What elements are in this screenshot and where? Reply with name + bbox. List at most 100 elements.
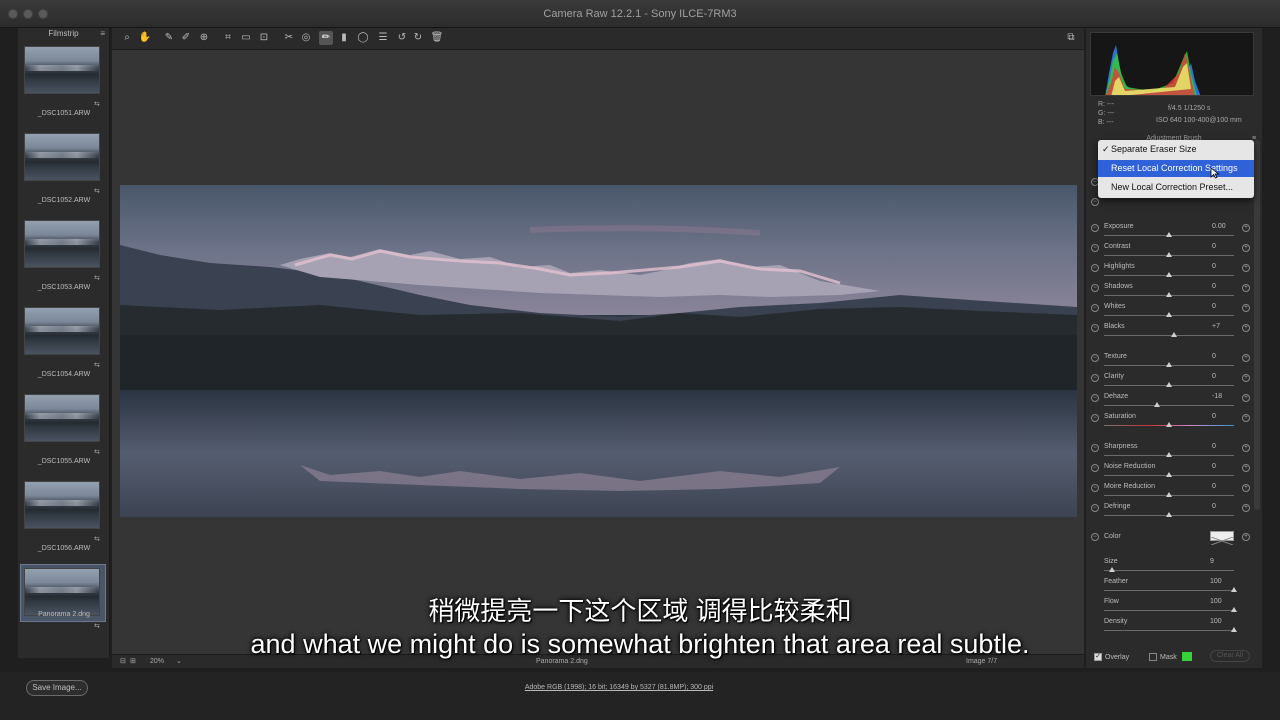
adjustment-minus-icon[interactable]: − (1091, 374, 1099, 382)
adjustment-value[interactable]: -18 (1212, 393, 1222, 400)
adjustment-value[interactable]: 0 (1212, 413, 1216, 420)
adjustment-slider-knob[interactable] (1166, 382, 1172, 387)
workflow-options-link[interactable]: Adobe RGB (1998); 16 bit; 16349 by 5327 … (0, 684, 1238, 691)
adjustment-slider-knob[interactable] (1166, 292, 1172, 297)
adjustment-plus-icon[interactable]: + (1242, 324, 1250, 332)
adjustment-plus-icon[interactable]: + (1242, 304, 1250, 312)
brush-size-slider-knob[interactable] (1108, 567, 1115, 572)
adjustment-plus-icon[interactable]: + (1242, 374, 1250, 382)
adjustment-minus-icon[interactable]: − (1091, 324, 1099, 332)
radial-filter-icon[interactable]: ◯ (356, 31, 370, 45)
adjustment-slider-knob[interactable] (1166, 252, 1172, 257)
adjustment-minus-icon[interactable]: − (1091, 504, 1099, 512)
straighten-icon[interactable]: ▭ (239, 31, 253, 45)
image-preview[interactable] (112, 50, 1084, 654)
filmstrip-thumbnail[interactable] (24, 46, 100, 94)
crop-icon[interactable]: ⌗ (221, 31, 235, 45)
adjustment-value[interactable]: 0 (1212, 373, 1216, 380)
rotate-right-icon[interactable]: ↻ (411, 31, 425, 45)
adjustment-value[interactable]: 0 (1212, 353, 1216, 360)
adjustment-slider-knob[interactable] (1166, 232, 1172, 237)
adjustment-value[interactable]: 0 (1212, 443, 1216, 450)
brush-size-slider-track[interactable] (1104, 570, 1234, 571)
filmstrip-thumbnail[interactable] (24, 307, 100, 355)
filmstrip-thumbnail[interactable] (24, 394, 100, 442)
adjustment-slider-knob[interactable] (1166, 472, 1172, 477)
adjustment-value[interactable]: 0 (1212, 243, 1216, 250)
rotate-left-icon[interactable]: ↺ (395, 31, 409, 45)
adjustment-minus-icon[interactable]: − (1091, 224, 1099, 232)
adjustment-value[interactable]: 0 (1212, 283, 1216, 290)
panel-scrollbar[interactable] (1254, 140, 1260, 510)
brush-size-value[interactable]: 9 (1210, 558, 1214, 565)
adjustment-minus-icon[interactable]: − (1091, 304, 1099, 312)
preferences-icon[interactable]: ☰ (376, 31, 390, 45)
filmstrip-thumbnail[interactable] (24, 133, 100, 181)
adjustment-minus-icon[interactable]: − (1091, 414, 1099, 422)
adjustment-plus-icon[interactable]: + (1242, 224, 1250, 232)
adjustment-plus-icon[interactable]: + (1242, 484, 1250, 492)
adjustment-slider-knob[interactable] (1166, 362, 1172, 367)
adjustment-slider-track[interactable] (1104, 405, 1234, 406)
brush-feather-label: Feather (1104, 578, 1129, 585)
fullscreen-toggle-icon[interactable]: ⧉ (1064, 31, 1078, 45)
white-balance-icon[interactable]: ✎ (162, 31, 176, 45)
spot-removal-icon[interactable]: ✂ (282, 31, 296, 45)
transform-icon[interactable]: ⊡ (257, 31, 271, 45)
trash-icon[interactable]: 🗑 (430, 31, 444, 45)
targeted-adjustment-icon[interactable]: ⊕ (197, 31, 211, 45)
filmstrip-thumbnail[interactable] (24, 220, 100, 268)
adjustment-value[interactable]: +7 (1212, 323, 1220, 330)
adjustment-minus-icon[interactable]: − (1091, 284, 1099, 292)
adjustment-plus-icon[interactable]: + (1242, 414, 1250, 422)
adjustment-minus-icon[interactable]: − (1091, 198, 1099, 206)
adjustment-slider-knob[interactable] (1171, 332, 1178, 337)
adjustment-slider-track[interactable] (1104, 335, 1234, 336)
adjustment-plus-icon[interactable]: + (1242, 504, 1250, 512)
filmstrip-menu-icon[interactable]: ≡ (100, 28, 105, 40)
adjustment-value[interactable]: 0 (1212, 303, 1216, 310)
adjustment-slider-knob[interactable] (1166, 312, 1172, 317)
menu-item-separate-eraser-size[interactable]: ✓ Separate Eraser Size (1098, 141, 1254, 158)
adjustment-minus-icon[interactable]: − (1091, 244, 1099, 252)
brush-feather-value[interactable]: 100 (1210, 578, 1222, 585)
adjustment-value[interactable]: 0 (1212, 503, 1216, 510)
color-swatch[interactable] (1210, 531, 1234, 546)
color-plus-icon[interactable]: + (1242, 533, 1250, 541)
zoom-icon[interactable]: ⌕ (120, 31, 134, 45)
adjustment-slider-knob[interactable] (1166, 422, 1172, 427)
edited-badge-icon: ⇆ (94, 536, 100, 543)
color-sampler-icon[interactable]: ✐ (179, 31, 193, 45)
adjustment-slider-knob[interactable] (1166, 512, 1172, 517)
adjustment-slider-knob[interactable] (1154, 402, 1161, 407)
adjustment-slider-knob[interactable] (1166, 272, 1172, 277)
red-eye-icon[interactable]: ◎ (299, 31, 313, 45)
adjustment-plus-icon[interactable]: + (1242, 244, 1250, 252)
adjustment-minus-icon[interactable]: − (1091, 444, 1099, 452)
adjustment-plus-icon[interactable]: + (1242, 444, 1250, 452)
menu-item-new-local-correction-preset[interactable]: New Local Correction Preset... (1098, 179, 1254, 196)
adjustment-minus-icon[interactable]: − (1091, 264, 1099, 272)
adjustment-plus-icon[interactable]: + (1242, 284, 1250, 292)
adjustment-slider-knob[interactable] (1166, 492, 1172, 497)
color-minus-icon[interactable]: − (1091, 533, 1099, 541)
adjustment-plus-icon[interactable]: + (1242, 264, 1250, 272)
adjustment-minus-icon[interactable]: − (1091, 394, 1099, 402)
panorama-photo[interactable] (120, 185, 1077, 517)
adjustment-value[interactable]: 0 (1212, 463, 1216, 470)
adjustment-slider-knob[interactable] (1166, 452, 1172, 457)
hand-icon[interactable]: ✋ (138, 31, 152, 45)
graduated-filter-icon[interactable]: ▮ (337, 31, 351, 45)
adjustment-plus-icon[interactable]: + (1242, 354, 1250, 362)
adjustment-value[interactable]: 0 (1212, 483, 1216, 490)
adjustment-minus-icon[interactable]: − (1091, 484, 1099, 492)
menu-item-reset-local-correction-settings[interactable]: Reset Local Correction Settings (1098, 160, 1254, 177)
adjustment-minus-icon[interactable]: − (1091, 354, 1099, 362)
adjustment-brush-icon[interactable]: ✏ (319, 31, 333, 45)
adjustment-value[interactable]: 0.00 (1212, 223, 1226, 230)
filmstrip-thumbnail[interactable] (24, 481, 100, 529)
adjustment-minus-icon[interactable]: − (1091, 464, 1099, 472)
adjustment-value[interactable]: 0 (1212, 263, 1216, 270)
adjustment-plus-icon[interactable]: + (1242, 394, 1250, 402)
adjustment-plus-icon[interactable]: + (1242, 464, 1250, 472)
